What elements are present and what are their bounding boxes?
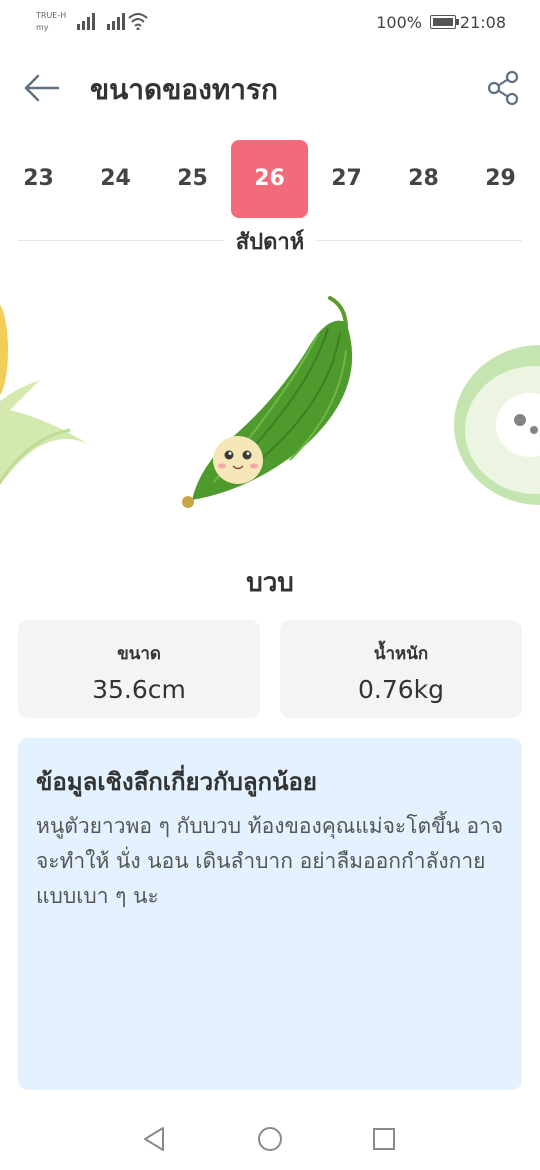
weight-value: 0.76kg: [357, 675, 444, 704]
weight-label: น้ำหนัก: [373, 644, 429, 664]
week-selector: 23 24 25 26 27 28 29: [0, 140, 540, 218]
corn-illustration: [0, 304, 90, 486]
weight-card: น้ำหนัก 0.76kg: [280, 620, 522, 718]
signal-icon: [77, 13, 95, 30]
baby-insight-card: ข้อมูลเชิงลึกเกี่ยวกับลูกน้อย หนูตัวยาวพ…: [18, 738, 522, 1090]
size-value: 35.6cm: [92, 675, 186, 704]
fruit-name: บวบ: [246, 568, 294, 598]
week-item[interactable]: 25: [154, 140, 231, 218]
size-label: ขนาด: [117, 644, 161, 664]
triangle-back-icon[interactable]: [144, 1127, 164, 1151]
week-item[interactable]: 27: [308, 140, 385, 218]
battery-percent: 100%: [376, 13, 422, 32]
week-item[interactable]: 24: [77, 140, 154, 218]
week-item[interactable]: 23: [0, 140, 77, 218]
clock: 21:08: [459, 13, 506, 32]
battery-icon: [430, 15, 459, 29]
arrow-left-icon[interactable]: [22, 70, 62, 106]
week-item[interactable]: 28: [385, 140, 462, 218]
app-header: ขนาดของทารก: [0, 56, 540, 120]
wifi-icon: [128, 13, 148, 30]
luffa-illustration: [182, 296, 353, 508]
week-item[interactable]: 29: [462, 140, 539, 218]
square-recents-icon[interactable]: [373, 1128, 395, 1150]
fruit-carousel[interactable]: [0, 270, 540, 550]
insight-body: หนูตัวยาวพอ ๆ กับบวบ ท้องของคุณแม่จะโตขึ…: [36, 814, 504, 908]
coconut-illustration: [454, 345, 540, 505]
system-nav-bar: [144, 1127, 395, 1151]
week-unit-label: สัปดาห์: [0, 224, 540, 259]
carrier-label: TRUE-H my: [36, 11, 67, 32]
insight-title: ข้อมูลเชิงลึกเกี่ยวกับลูกน้อย: [36, 768, 317, 796]
size-card: ขนาด 35.6cm: [18, 620, 260, 718]
status-bar: TRUE-H my 100% 21:08: [0, 0, 540, 46]
page-title: ขนาดของทารก: [90, 73, 278, 106]
week-item-selected[interactable]: 26: [231, 140, 308, 218]
circle-home-icon[interactable]: [258, 1127, 282, 1151]
signal-icon: [107, 13, 125, 30]
share-icon[interactable]: [486, 70, 520, 106]
